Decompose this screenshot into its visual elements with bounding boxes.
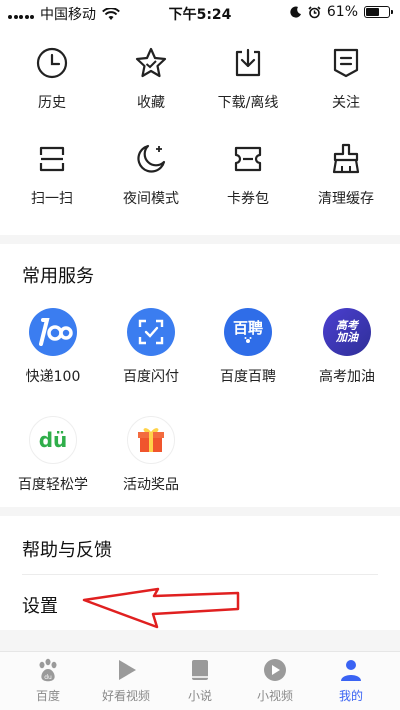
service-kuaidi100[interactable]: 快递100 bbox=[3, 308, 103, 386]
quick-action-history[interactable]: 历史 bbox=[2, 46, 102, 112]
paw-small-icon bbox=[244, 337, 252, 343]
service-gaokao[interactable]: 高考加油 高考加油 bbox=[297, 308, 397, 386]
moon-status-icon bbox=[290, 6, 301, 18]
star-icon bbox=[135, 47, 167, 78]
play-icon bbox=[119, 660, 136, 680]
quick-action-label: 夜间模式 bbox=[123, 191, 179, 207]
kuaidi100-icon bbox=[29, 308, 77, 356]
divider bbox=[22, 574, 378, 575]
quick-action-download[interactable]: 下载/离线 bbox=[198, 46, 298, 112]
status-right: 61% bbox=[290, 4, 393, 20]
quick-action-label: 卡券包 bbox=[227, 191, 269, 207]
quick-action-follow[interactable]: 关注 bbox=[296, 46, 396, 112]
quick-action-label: 收藏 bbox=[137, 95, 165, 111]
tab-label: 我的 bbox=[338, 689, 363, 703]
baipin-icon-text: 百聘 bbox=[232, 319, 263, 337]
small-video-icon bbox=[264, 659, 286, 681]
tab-label: 小视频 bbox=[256, 689, 293, 703]
service-label: 百度百聘 bbox=[220, 369, 276, 385]
gaokao-icon-text: 高考加油 bbox=[336, 319, 358, 344]
quick-action-night-mode[interactable]: 夜间模式 bbox=[101, 142, 201, 208]
tab-haokan-video[interactable]: 好看视频 bbox=[86, 652, 166, 710]
service-label: 高考加油 bbox=[319, 369, 375, 385]
service-baidu-learn[interactable]: dü 百度轻松学 bbox=[3, 416, 103, 494]
help-settings-section: 帮助与反馈 设置 bbox=[0, 516, 400, 630]
section-title: 常用服务 bbox=[22, 266, 94, 287]
scan-icon bbox=[39, 146, 65, 172]
tab-baidu[interactable]: du 百度 bbox=[8, 652, 88, 710]
gift-icon bbox=[127, 416, 175, 464]
profile-icon bbox=[341, 660, 361, 681]
clock-icon bbox=[36, 47, 68, 79]
quick-action-label: 扫一扫 bbox=[31, 191, 73, 207]
tab-small-video[interactable]: 小视频 bbox=[235, 652, 315, 710]
follow-list-icon bbox=[333, 48, 359, 78]
moon-icon bbox=[137, 144, 166, 173]
svg-text:du: du bbox=[44, 674, 52, 681]
common-services-section: 常用服务 快递100 百度闪付 百聘 百度百聘 高考加油 高考加油 dü 百度轻… bbox=[0, 244, 400, 507]
battery-percent: 61% bbox=[326, 4, 358, 20]
du-learn-icon-text: dü bbox=[38, 428, 68, 452]
quick-action-label: 下载/离线 bbox=[217, 95, 279, 111]
quick-action-label: 关注 bbox=[332, 95, 360, 111]
tab-label: 小说 bbox=[187, 689, 212, 703]
quick-action-scan[interactable]: 扫一扫 bbox=[2, 142, 102, 208]
quick-action-label: 清理缓存 bbox=[318, 191, 374, 207]
service-label: 活动奖品 bbox=[123, 477, 179, 493]
status-bar: 中国移动 下午5:24 61% bbox=[0, 0, 400, 26]
annotation-arrow-icon bbox=[82, 587, 240, 629]
baidu-paw-icon: du bbox=[39, 658, 57, 682]
bottom-tab-bar: du 百度 好看视频 小说 小视频 我的 bbox=[0, 651, 400, 710]
service-label: 快递100 bbox=[25, 369, 81, 385]
service-label: 百度轻松学 bbox=[18, 477, 88, 493]
alarm-icon bbox=[308, 5, 321, 18]
quick-action-favorites[interactable]: 收藏 bbox=[101, 46, 201, 112]
tab-novel[interactable]: 小说 bbox=[160, 652, 240, 710]
service-baidu-pay[interactable]: 百度闪付 bbox=[101, 308, 201, 386]
quick-actions-section: 历史 收藏 下载/离线 关注 扫一扫 夜间模式 卡券包 清理缓存 bbox=[0, 26, 400, 235]
service-activity-prizes[interactable]: 活动奖品 bbox=[101, 416, 201, 494]
tab-mine[interactable]: 我的 bbox=[311, 652, 391, 710]
scan-pay-icon bbox=[127, 308, 175, 356]
quick-action-label: 历史 bbox=[38, 95, 66, 111]
quick-action-coupons[interactable]: 卡券包 bbox=[198, 142, 298, 208]
tab-label: 百度 bbox=[35, 689, 60, 703]
broom-icon bbox=[332, 143, 360, 174]
quick-action-clear-cache[interactable]: 清理缓存 bbox=[296, 142, 396, 208]
coupon-icon bbox=[234, 146, 262, 172]
baipin-icon: 百聘 bbox=[224, 308, 272, 356]
download-icon bbox=[235, 48, 261, 77]
battery-icon bbox=[364, 6, 393, 18]
du-learn-icon: dü bbox=[29, 416, 77, 464]
help-feedback-item[interactable]: 帮助与反馈 bbox=[22, 536, 378, 562]
gaokao-icon: 高考加油 bbox=[323, 308, 371, 356]
battery-fill bbox=[366, 8, 380, 16]
service-label: 百度闪付 bbox=[123, 369, 179, 385]
service-baidu-baipin[interactable]: 百聘 百度百聘 bbox=[198, 308, 298, 386]
tab-label: 好看视频 bbox=[101, 689, 150, 703]
book-icon bbox=[192, 660, 208, 680]
